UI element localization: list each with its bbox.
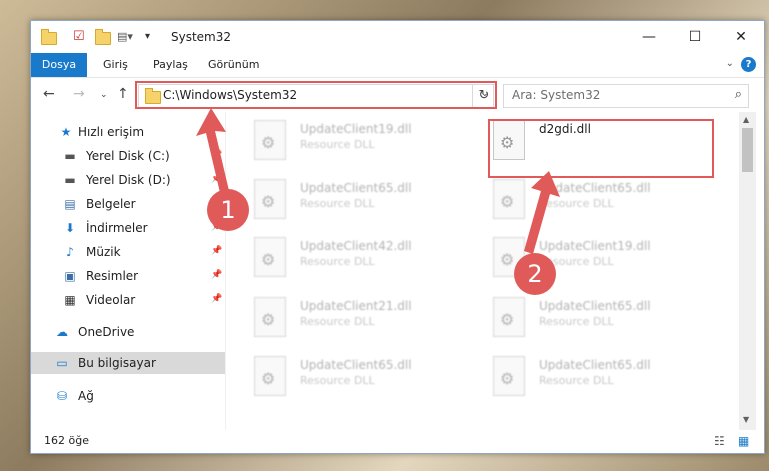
step-2-badge: 2 — [514, 253, 556, 295]
step-1-badge: 1 — [207, 189, 249, 231]
annotation-arrows — [196, 108, 560, 254]
arrow-1-icon — [196, 108, 230, 197]
arrow-2-icon — [524, 171, 560, 254]
explorer-window: ☑ ▤▾ ▾ System32 — ☐ ✕ Dosya Giriş Paylaş… — [30, 20, 765, 454]
